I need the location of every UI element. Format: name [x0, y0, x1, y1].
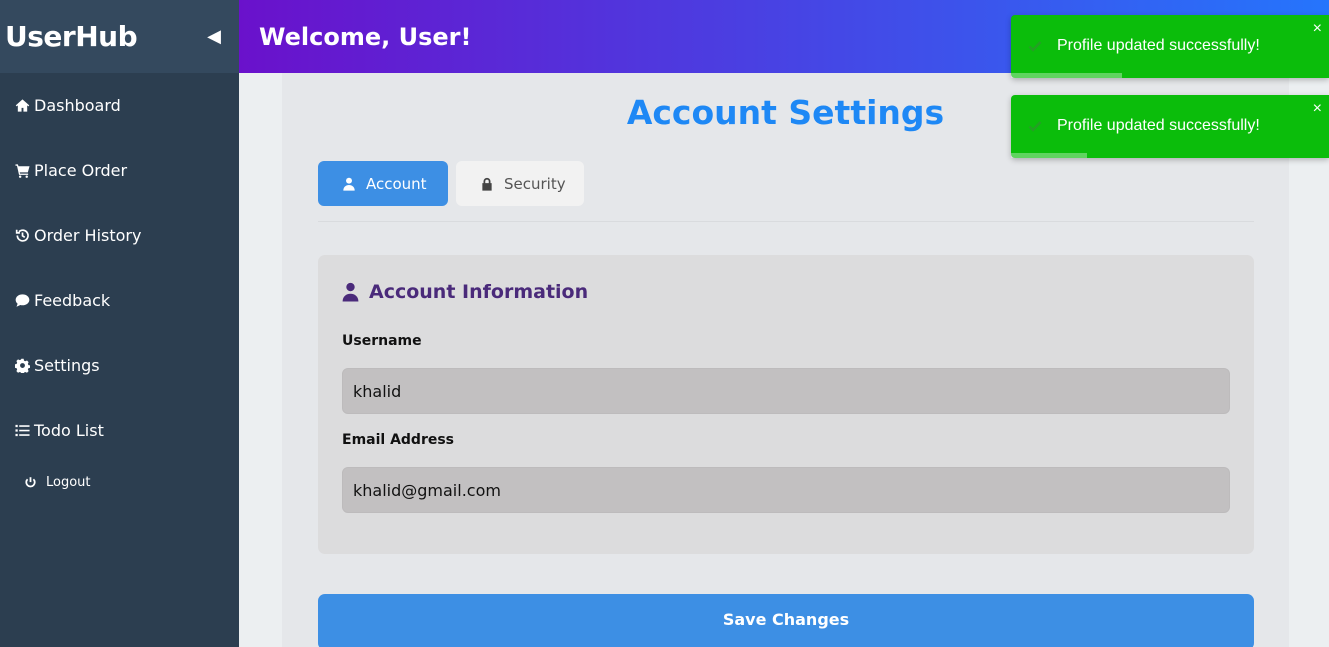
- success-toast: Profile updated successfully! ×: [1011, 95, 1329, 158]
- save-changes-button[interactable]: Save Changes: [318, 594, 1254, 647]
- email-label: Email Address: [342, 432, 455, 448]
- brand-title: UserHub: [5, 20, 138, 53]
- panel-title: Account Information: [342, 281, 588, 303]
- tab-security[interactable]: Security: [456, 161, 584, 206]
- username-label: Username: [342, 333, 422, 349]
- sidebar-item-label: Feedback: [34, 291, 111, 310]
- home-icon: [13, 97, 31, 115]
- sidebar-item-label: Place Order: [34, 161, 128, 180]
- toast-message: Profile updated successfully!: [1057, 37, 1260, 54]
- collapse-sidebar-icon[interactable]: ◀: [207, 26, 221, 47]
- sidebar-item-place-order[interactable]: Place Order: [0, 138, 239, 203]
- welcome-title: Welcome, User!: [259, 22, 472, 51]
- toast-progress-bar: [1011, 73, 1123, 78]
- close-icon[interactable]: ×: [1313, 20, 1322, 38]
- toast-message: Profile updated successfully!: [1057, 117, 1260, 134]
- tab-label: Account: [366, 174, 427, 193]
- sidebar-brand: UserHub ◀: [0, 0, 239, 73]
- panel-title-text: Account Information: [369, 281, 589, 303]
- sidebar-item-label: Order History: [34, 226, 142, 245]
- settings-tabs: Account Security: [318, 161, 584, 206]
- sidebar-item-todo-list[interactable]: Todo List: [0, 398, 239, 463]
- sidebar-item-order-history[interactable]: Order History: [0, 203, 239, 268]
- sidebar-item-label: Dashboard: [34, 96, 121, 115]
- settings-card: Account Settings Account Security Accoun…: [282, 73, 1289, 647]
- user-icon: [343, 177, 355, 191]
- success-toast: Profile updated successfully! ×: [1011, 15, 1329, 78]
- sidebar-nav: Dashboard Place Order Order History Feed…: [0, 73, 239, 463]
- tab-account[interactable]: Account: [318, 161, 448, 206]
- username-input[interactable]: [342, 368, 1230, 414]
- history-icon: [13, 227, 31, 245]
- account-information-panel: Account Information Username Email Addre…: [318, 255, 1254, 554]
- gear-icon: [13, 357, 31, 375]
- sidebar: UserHub ◀ Dashboard Place Order Order Hi…: [0, 0, 239, 647]
- tabs-divider: [318, 221, 1254, 222]
- sidebar-item-feedback[interactable]: Feedback: [0, 268, 239, 333]
- logout-label: Logout: [46, 475, 91, 490]
- email-input[interactable]: [342, 467, 1230, 513]
- check-icon: [1027, 38, 1043, 54]
- sidebar-item-settings[interactable]: Settings: [0, 333, 239, 398]
- sidebar-item-label: Todo List: [34, 421, 104, 440]
- list-icon: [13, 422, 31, 440]
- sidebar-item-label: Settings: [34, 356, 100, 375]
- sidebar-item-dashboard[interactable]: Dashboard: [0, 73, 239, 138]
- comment-icon: [13, 292, 31, 310]
- power-icon: [25, 477, 36, 488]
- user-icon: [342, 282, 359, 302]
- logout-button[interactable]: Logout: [0, 475, 239, 490]
- close-icon[interactable]: ×: [1313, 100, 1322, 118]
- toast-progress-bar: [1011, 153, 1088, 158]
- lock-icon: [482, 177, 492, 191]
- cart-icon: [13, 162, 31, 180]
- tab-label: Security: [504, 174, 566, 193]
- check-icon: [1027, 118, 1043, 134]
